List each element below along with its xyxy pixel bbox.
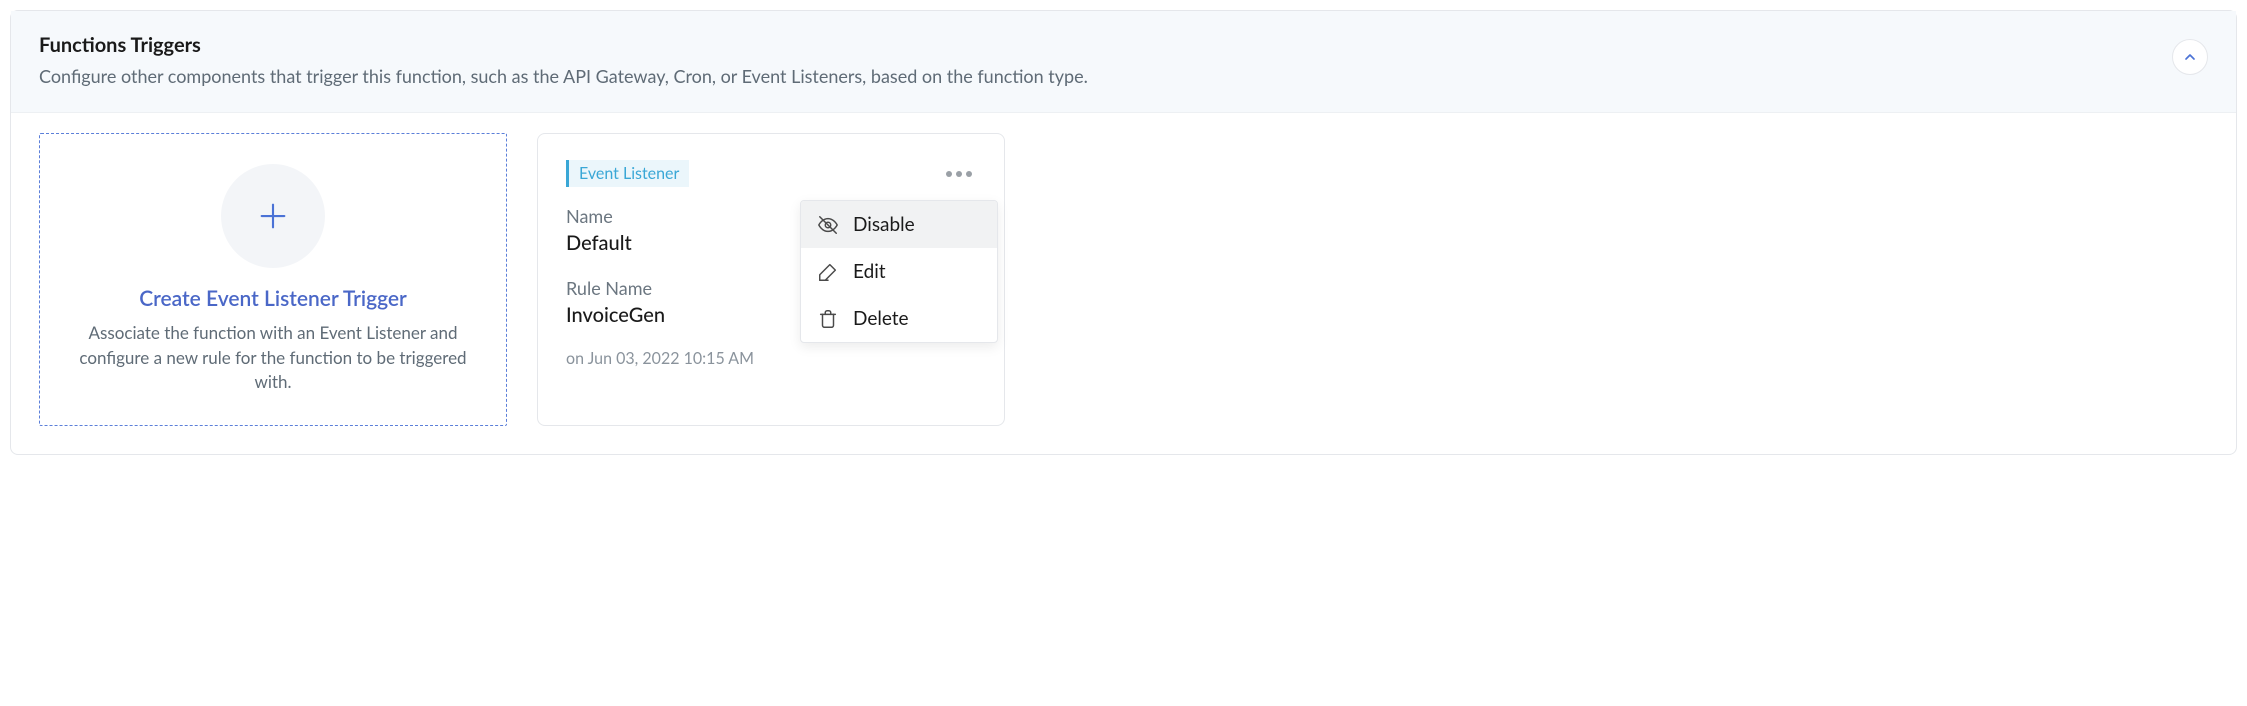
trigger-type-tag: Event Listener bbox=[566, 160, 689, 187]
menu-item-delete[interactable]: Delete bbox=[801, 295, 997, 342]
panel-header: Functions Triggers Configure other compo… bbox=[11, 11, 2236, 113]
create-card-description: Associate the function with an Event Lis… bbox=[66, 321, 480, 395]
menu-item-disable[interactable]: Disable bbox=[801, 201, 997, 248]
trigger-timestamp: on Jun 03, 2022 10:15 AM bbox=[566, 349, 976, 368]
trigger-card-header: Event Listener bbox=[566, 160, 976, 187]
dot-icon bbox=[966, 171, 972, 177]
plus-circle bbox=[221, 164, 325, 268]
dot-icon bbox=[946, 171, 952, 177]
panel-title: Functions Triggers bbox=[39, 33, 2152, 57]
chevron-up-icon bbox=[2182, 49, 2198, 65]
collapse-button[interactable] bbox=[2172, 39, 2208, 75]
menu-item-label: Edit bbox=[853, 260, 886, 283]
menu-item-edit[interactable]: Edit bbox=[801, 248, 997, 295]
functions-triggers-panel: Functions Triggers Configure other compo… bbox=[10, 10, 2237, 455]
create-card-title: Create Event Listener Trigger bbox=[139, 286, 407, 311]
eye-off-icon bbox=[817, 214, 839, 236]
context-menu: Disable Edit Delete bbox=[800, 200, 998, 343]
panel-body: Create Event Listener Trigger Associate … bbox=[11, 113, 2236, 454]
menu-item-label: Disable bbox=[853, 213, 915, 236]
dot-icon bbox=[956, 171, 962, 177]
panel-header-texts: Functions Triggers Configure other compo… bbox=[39, 33, 2152, 90]
more-options-button[interactable] bbox=[942, 167, 976, 181]
trash-icon bbox=[817, 308, 839, 330]
create-trigger-card[interactable]: Create Event Listener Trigger Associate … bbox=[39, 133, 507, 426]
panel-description: Configure other components that trigger … bbox=[39, 63, 2152, 90]
trigger-card: Event Listener Name Default Rule Name In… bbox=[537, 133, 1005, 426]
pencil-icon bbox=[817, 261, 839, 283]
plus-icon bbox=[256, 199, 290, 233]
menu-item-label: Delete bbox=[853, 307, 909, 330]
